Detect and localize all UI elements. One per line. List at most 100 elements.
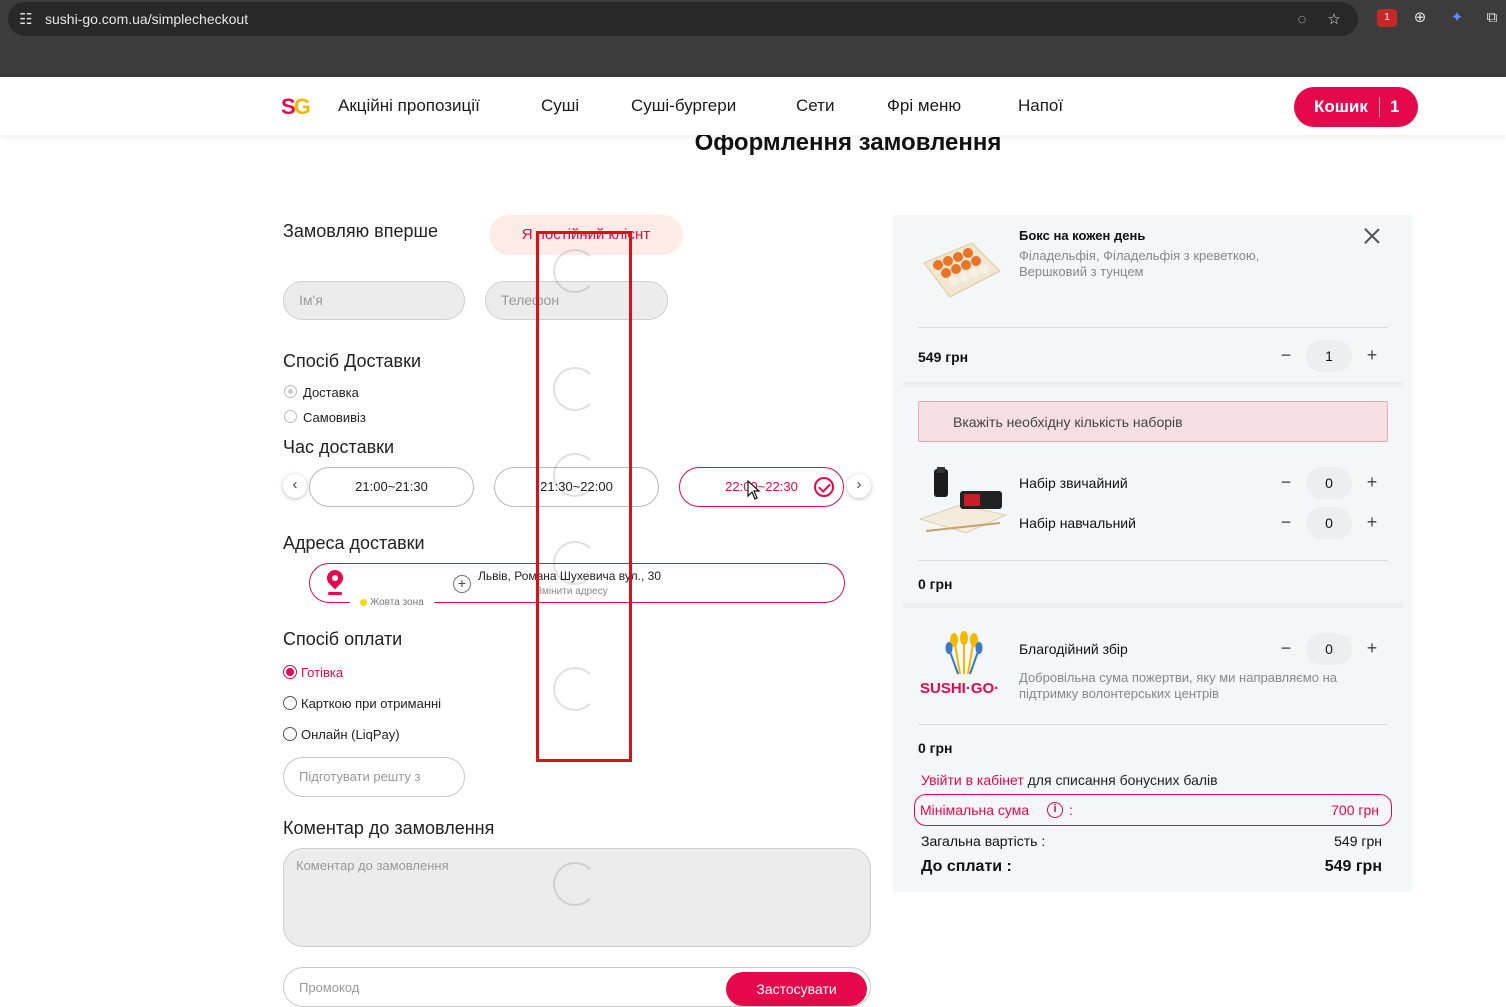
min-sum-value: 700 грн xyxy=(1331,802,1379,818)
time-slot-3[interactable]: 22:00~22:30 xyxy=(679,467,844,507)
nav-sushi-burgers[interactable]: Суші-бургери xyxy=(631,96,736,116)
divider xyxy=(918,724,1388,725)
online-radio[interactable] xyxy=(283,727,297,741)
plus-icon[interactable]: + xyxy=(1356,507,1388,539)
min-sum-box: Мінімальна сума i : 700 грн xyxy=(914,794,1392,826)
address-heading: Адреса доставки xyxy=(283,533,425,553)
plus-icon[interactable]: + xyxy=(1356,340,1388,372)
close-icon[interactable] xyxy=(1364,228,1380,244)
order-summary-panel: Бокс на кожен день Філадельфія, Філадель… xyxy=(893,215,1413,892)
time-slot-3-label: 22:00~22:30 xyxy=(725,479,798,494)
plus-icon[interactable]: + xyxy=(1356,467,1388,499)
minus-icon[interactable]: − xyxy=(1270,633,1302,665)
minus-icon[interactable]: − xyxy=(1270,340,1302,372)
section-divider xyxy=(903,382,1403,387)
minus-icon[interactable]: − xyxy=(1270,467,1302,499)
loading-spinner xyxy=(553,862,597,906)
online-option-label[interactable]: Онлайн (LiqPay) xyxy=(301,727,400,742)
logo[interactable]: SG xyxy=(281,94,311,120)
charity-description: Добровільна сума пожертви, яку ми направ… xyxy=(1019,670,1337,701)
nav-promotions[interactable]: Акційні пропозиції xyxy=(338,96,480,116)
map-pin-icon xyxy=(323,566,347,590)
section-divider xyxy=(903,603,1403,608)
first-time-label[interactable]: Замовляю вперше xyxy=(283,221,438,242)
time-slot-1[interactable]: 21:00~21:30 xyxy=(309,467,474,507)
loading-spinner xyxy=(553,453,597,497)
set-regular-stepper[interactable]: − 0 + xyxy=(1270,467,1388,499)
nav-sushi[interactable]: Суші xyxy=(541,96,579,116)
promo-input[interactable]: Промокод xyxy=(299,980,359,995)
extension-icon[interactable]: ✦ xyxy=(1448,9,1466,27)
chopsticks-set-image xyxy=(918,467,1008,539)
item-title: Бокс на кожен день xyxy=(1019,228,1146,243)
apply-promo-button[interactable]: Застосувати xyxy=(726,972,867,1006)
cart-count: 1 xyxy=(1390,97,1400,116)
set-training-name: Набір навчальний xyxy=(1019,515,1136,531)
address-bar[interactable]: ☷ sushi-go.com.ua/simplecheckout ◌ ☆ xyxy=(8,2,1358,36)
plus-icon[interactable]: + xyxy=(1356,633,1388,665)
add-address-icon[interactable]: + xyxy=(453,575,471,593)
extensions-puzzle-icon[interactable]: ⧉ xyxy=(1483,9,1501,27)
delivery-method-heading: Спосіб Доставки xyxy=(283,351,422,371)
total-row: Загальна вартість : 549 грн xyxy=(921,833,1382,849)
charity-quantity[interactable]: 0 xyxy=(1306,633,1352,665)
loading-spinner xyxy=(553,249,597,293)
nav-drinks[interactable]: Напої xyxy=(1018,96,1063,116)
change-address-link[interactable]: Змінити адресу xyxy=(536,586,608,597)
nav-fries-menu[interactable]: Фрі меню xyxy=(887,96,961,116)
item-price: 549 грн xyxy=(918,349,969,365)
card-option-label[interactable]: Карткою при отриманні xyxy=(301,696,441,711)
login-link[interactable]: Увійти в кабінет xyxy=(921,772,1024,788)
set-training-stepper[interactable]: − 0 + xyxy=(1270,507,1388,539)
item-quantity[interactable]: 1 xyxy=(1306,340,1352,372)
cash-radio[interactable] xyxy=(283,665,297,679)
cart-button[interactable]: Кошик 1 xyxy=(1294,87,1418,127)
minus-icon[interactable]: − xyxy=(1270,507,1302,539)
cash-option-label[interactable]: Готівка xyxy=(301,665,343,680)
charity-logo-text: SUSHI·GO· xyxy=(920,680,1000,697)
delivery-option-label[interactable]: Доставка xyxy=(303,385,359,400)
browser-chrome: ☷ sushi-go.com.ua/simplecheckout ◌ ☆ 1 ⊕… xyxy=(0,0,1506,77)
card-radio[interactable] xyxy=(283,696,297,710)
change-amount-input[interactable]: Підготувати решту з xyxy=(283,757,465,797)
divider xyxy=(918,560,1388,561)
min-sum-colon: : xyxy=(1069,802,1073,818)
zone-dot-icon xyxy=(360,598,367,606)
url-text[interactable]: sushi-go.com.ua/simplecheckout xyxy=(45,11,248,27)
info-icon[interactable]: i xyxy=(1047,802,1063,818)
eye-off-icon[interactable]: ◌ xyxy=(1293,11,1311,29)
extension-adblock-icon[interactable]: 1 xyxy=(1377,9,1397,27)
total-value: 549 грн xyxy=(1334,833,1382,849)
pickup-radio[interactable] xyxy=(284,410,297,423)
promo-field[interactable]: Промокод Застосувати xyxy=(283,967,871,1007)
nav-sets[interactable]: Сети xyxy=(796,96,834,116)
chevron-right-icon[interactable]: › xyxy=(847,474,871,498)
item-quantity-stepper[interactable]: − 1 + xyxy=(1270,340,1388,372)
pay-row: До сплати : 549 грн xyxy=(921,858,1382,876)
set-training-quantity[interactable]: 0 xyxy=(1306,507,1352,539)
charity-stepper[interactable]: − 0 + xyxy=(1270,633,1388,665)
bookmark-star-icon[interactable]: ☆ xyxy=(1325,11,1343,29)
site-settings-icon[interactable]: ☷ xyxy=(17,11,35,29)
delivery-time-heading: Час доставки xyxy=(283,437,395,457)
pickup-option-label[interactable]: Самовивіз xyxy=(303,410,366,425)
zone-badge: Жовта зона xyxy=(350,596,434,610)
min-sum-label: Мінімальна сума xyxy=(920,802,1030,818)
sets-price: 0 грн xyxy=(918,576,953,592)
loading-spinner xyxy=(553,367,597,411)
chevron-left-icon[interactable]: ‹ xyxy=(283,474,307,498)
set-regular-quantity[interactable]: 0 xyxy=(1306,467,1352,499)
set-regular-name: Набір звичайний xyxy=(1019,475,1128,491)
total-label: Загальна вартість : xyxy=(921,833,1046,849)
sets-warning: Вкажіть необхідну кількість наборів xyxy=(918,401,1388,442)
name-input[interactable]: Ім'я xyxy=(283,281,465,320)
delivery-radio[interactable] xyxy=(284,385,297,398)
payment-heading: Спосіб оплати xyxy=(283,629,403,649)
pay-value: 549 грн xyxy=(1324,858,1382,875)
regular-client-button[interactable]: Я постійний клієнт xyxy=(489,215,683,255)
translate-globe-icon[interactable]: ⊕ xyxy=(1411,9,1429,27)
charity-price: 0 грн xyxy=(918,740,953,756)
divider xyxy=(918,327,1388,328)
cart-label: Кошик xyxy=(1314,97,1368,116)
loading-spinner xyxy=(553,667,597,711)
